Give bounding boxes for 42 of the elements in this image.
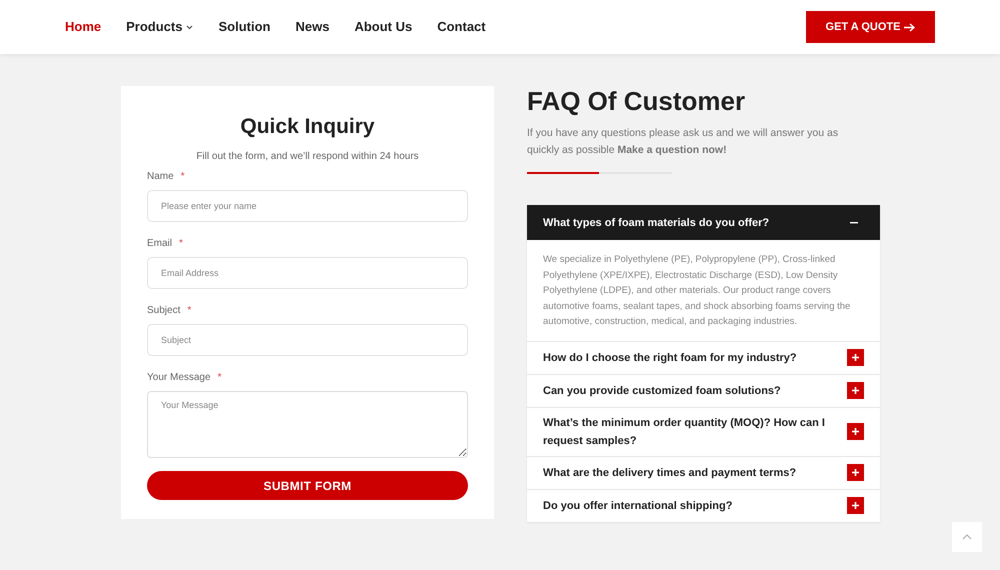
field-label: Email [147,237,172,251]
form-subtitle: Fill out the form, and we’ll respond within 24 hours [195,150,420,164]
input-field[interactable]: Subject [147,324,468,356]
plus-icon [847,464,864,481]
form-title: Quick Inquiry [239,114,376,140]
faq-question[interactable]: Do you offer international shipping? [527,488,880,522]
caret-icon [186,24,194,30]
field-label: Name [147,170,174,184]
plus-icon [847,423,864,440]
faq-title: FAQ Of Customer [527,86,746,116]
faq-question[interactable]: How do I choose the right foam for my industry? [527,340,880,374]
required-mark: * [179,237,183,251]
faq-question[interactable]: What are the delivery times and payment terms? [527,456,880,488]
nav-link[interactable]: About Us [354,17,412,37]
input-field[interactable]: Email Address [147,257,468,289]
message-field[interactable]: Your Message [147,391,468,458]
nav-link[interactable]: Solution [218,17,270,37]
input-field[interactable]: Please enter your name [147,190,468,222]
submit-button[interactable]: SUBMIT FORM [147,471,468,500]
faq-question[interactable]: Can you provide customized foam solutions? [527,374,880,406]
faq-answer: We specialize in Polyethylene (PE), Polypropylene (PP), Cross-linked Polyethylene (XPE/IXPE), Electrostatic Discharge (ESD), Low Density Polyethylene (LDPE), and other materials. Our product range covers automotive foams, sealant tapes, and shock absorbing foams serving the automotive, construction, medical, and packaging industries. [542,253,852,329]
plus-icon [847,497,864,514]
get-quote-button[interactable]: GET A QUOTE [806,11,935,43]
required-mark: * [187,304,192,318]
faq-intro: If you have any questions please ask us and we will answer you as quickly as possible Make a question now! [527,126,840,158]
nav-link[interactable]: News [295,17,330,37]
arrow-right-icon [904,22,916,32]
accent-bar [527,172,599,174]
required-mark: * [180,170,185,184]
faq-question[interactable]: What’s the minimum order quantity (MOQ)? How can I request samples? [527,406,880,456]
back-to-top-button[interactable] [952,522,982,552]
chevron-up-icon [962,534,972,540]
field-label: Your Message [147,371,211,385]
nav-link[interactable]: Home [65,17,102,37]
plus-icon [847,349,864,366]
nav-link[interactable]: Contact [437,17,486,37]
faq-question[interactable]: What types of foam materials do you offer? [527,205,880,240]
nav-link[interactable]: Products [126,17,194,37]
required-mark: * [218,371,222,385]
plus-icon [847,382,864,399]
field-label: Subject [147,304,180,318]
minus-icon [850,222,858,224]
